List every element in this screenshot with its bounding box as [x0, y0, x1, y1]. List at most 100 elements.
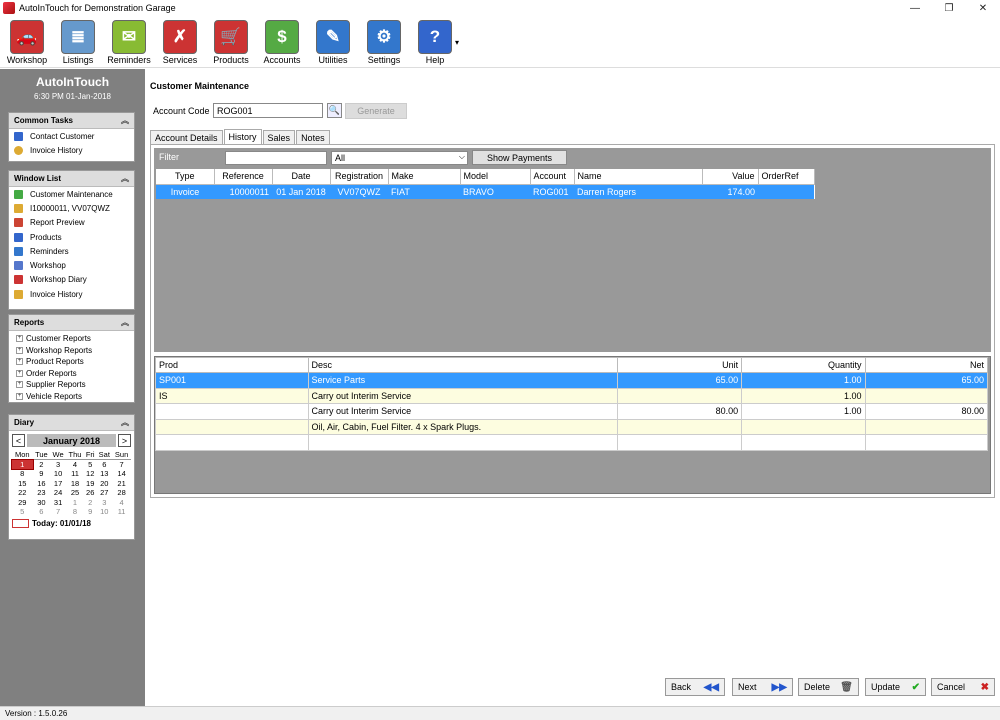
expand-icon[interactable]: + — [16, 335, 23, 343]
expand-icon[interactable]: + — [16, 392, 23, 400]
toolbar-utilities-button[interactable]: ✎ Utilities — [309, 20, 357, 65]
calendar-day[interactable]: 6 — [33, 507, 51, 517]
window-list-item[interactable]: I10000011, VV07QWZ — [9, 201, 134, 215]
calendar-day[interactable]: 8 — [66, 507, 84, 517]
cancel-button[interactable]: Cancel ✖ — [931, 678, 995, 696]
table-row[interactable]: IS Carry out Interim Service 1.00 — [155, 387, 989, 404]
filter-input[interactable] — [225, 151, 327, 165]
expand-icon[interactable]: + — [16, 381, 23, 389]
report-tree-item[interactable]: + Product Reports — [9, 356, 134, 368]
calendar-day[interactable]: 8 — [12, 469, 33, 479]
toolbar-products-button[interactable]: 🛒 Products — [207, 20, 255, 65]
filter-select[interactable]: All ⌵ — [331, 151, 468, 165]
table-row[interactable] — [155, 434, 989, 451]
update-button[interactable]: Update ✔ — [865, 678, 926, 696]
table-row[interactable]: SP001 Service Parts 65.00 1.00 65.00 — [155, 372, 989, 389]
calendar-day[interactable]: 15 — [12, 479, 33, 489]
lines-col-header[interactable]: Desc — [307, 357, 618, 373]
calendar-day[interactable]: 6 — [96, 460, 112, 469]
calendar-day[interactable]: 7 — [50, 507, 66, 517]
toolbar-listings-button[interactable]: ≣ Listings — [54, 20, 102, 65]
calendar-day[interactable]: 30 — [33, 498, 51, 508]
window-list-item[interactable]: Report Preview — [9, 216, 134, 230]
calendar-day[interactable]: 20 — [96, 479, 112, 489]
lines-col-header[interactable]: Unit — [616, 357, 743, 373]
report-tree-item[interactable]: + Vehicle Reports — [9, 391, 134, 403]
tab-sales[interactable]: Sales — [262, 130, 296, 144]
tab-history[interactable]: History — [223, 129, 262, 144]
report-tree-item[interactable]: + Workshop Reports — [9, 345, 134, 357]
calendar-day[interactable]: 22 — [12, 488, 33, 498]
calendar-day[interactable]: 13 — [96, 469, 112, 479]
calendar-day[interactable]: 2 — [84, 498, 96, 508]
history-col-header[interactable]: Type — [156, 169, 215, 185]
window-list-item[interactable]: Products — [9, 230, 134, 244]
calendar-day[interactable]: 25 — [66, 488, 84, 498]
history-col-header[interactable]: Name — [574, 169, 703, 185]
calendar-day[interactable]: 1 — [66, 498, 84, 508]
collapse-icon[interactable]: ︽ — [121, 173, 129, 184]
collapse-icon[interactable]: ︽ — [121, 417, 129, 428]
prev-month-button[interactable]: < — [12, 434, 25, 447]
toolbar-workshop-button[interactable]: 🚗 Workshop — [3, 20, 51, 65]
account-code-input[interactable]: ROG001 — [213, 103, 323, 118]
report-tree-item[interactable]: + Order Reports — [9, 368, 134, 380]
today-label[interactable]: Today: 01/01/18 — [32, 519, 91, 528]
calendar-day[interactable]: 29 — [12, 498, 33, 508]
calendar-day[interactable]: 11 — [66, 469, 84, 479]
calendar-day[interactable]: 4 — [112, 498, 131, 508]
next-button[interactable]: Next ▶▶ — [732, 678, 793, 696]
calendar-day[interactable]: 1 — [11, 458, 34, 470]
table-row[interactable]: Carry out Interim Service 80.00 1.00 80.00 — [155, 403, 989, 420]
toolbar-help-button[interactable]: ? Help — [411, 20, 459, 65]
calendar-day[interactable]: 16 — [33, 479, 51, 489]
calendar-day[interactable]: 28 — [112, 488, 131, 498]
history-col-header[interactable]: Date — [272, 169, 331, 185]
calendar-day[interactable]: 12 — [84, 469, 96, 479]
minimize-icon[interactable]: — — [898, 0, 932, 16]
window-list-item[interactable]: Invoice History — [9, 287, 134, 301]
history-col-header[interactable]: Value — [702, 169, 759, 185]
calendar-day[interactable]: 3 — [50, 460, 66, 469]
report-tree-item[interactable]: + Customer Reports — [9, 333, 134, 345]
toolbar-services-button[interactable]: ✗ Services — [156, 20, 204, 65]
collapse-icon[interactable]: ︽ — [121, 115, 129, 126]
calendar-day[interactable]: 17 — [50, 479, 66, 489]
window-list-item[interactable]: Workshop — [9, 258, 134, 272]
calendar-day[interactable]: 19 — [84, 479, 96, 489]
generate-button[interactable]: Generate — [345, 103, 407, 119]
window-list-item[interactable]: Reminders — [9, 244, 134, 258]
show-payments-button[interactable]: Show Payments — [472, 150, 567, 165]
task-contact-customer[interactable]: Contact Customer — [9, 129, 134, 143]
calendar-day[interactable]: 10 — [50, 469, 66, 479]
calendar-day[interactable]: 9 — [84, 507, 96, 517]
window-list-item[interactable]: Workshop Diary — [9, 273, 134, 287]
history-col-header[interactable]: Make — [388, 169, 461, 185]
calendar-day[interactable]: 26 — [84, 488, 96, 498]
calendar-day[interactable]: 14 — [112, 469, 131, 479]
calendar-day[interactable]: 11 — [112, 507, 131, 517]
expand-icon[interactable]: + — [16, 346, 23, 354]
table-row[interactable]: Oil, Air, Cabin, Fuel Filter. 4 x Spark … — [155, 418, 989, 435]
history-col-header[interactable]: Model — [460, 169, 531, 185]
back-button[interactable]: Back ◀◀ — [665, 678, 725, 696]
collapse-icon[interactable]: ︽ — [121, 317, 129, 328]
calendar-day[interactable]: 21 — [112, 479, 131, 489]
lines-col-header[interactable]: Net — [864, 357, 989, 373]
calendar-day[interactable]: 18 — [66, 479, 84, 489]
search-icon[interactable]: 🔍 — [327, 103, 342, 118]
calendar-day[interactable]: 3 — [96, 498, 112, 508]
delete-button[interactable]: Delete 🗑 — [798, 678, 859, 696]
toolbar-dropdown-icon[interactable]: ▾ — [455, 38, 459, 47]
toolbar-accounts-button[interactable]: $ Accounts — [258, 20, 306, 65]
calendar-day[interactable]: 4 — [66, 460, 84, 469]
calendar-day[interactable]: 10 — [96, 507, 112, 517]
calendar-day[interactable]: 24 — [50, 488, 66, 498]
expand-icon[interactable]: + — [16, 369, 23, 377]
calendar-day[interactable]: 5 — [12, 507, 33, 517]
lines-col-header[interactable]: Prod — [155, 357, 309, 373]
table-row[interactable]: Invoice 10000011 01 Jan 2018 VV07QWZ FIAT BRA… — [156, 184, 814, 199]
expand-icon[interactable]: + — [16, 358, 23, 366]
tab-account-details[interactable]: Account Details — [150, 130, 223, 144]
calendar-day[interactable]: 31 — [50, 498, 66, 508]
